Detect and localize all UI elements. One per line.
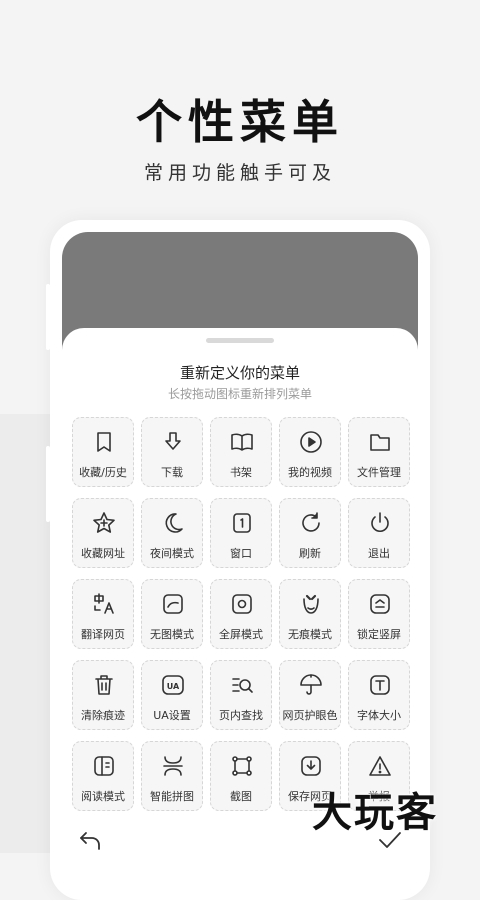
play-icon [300,431,322,453]
menu-title: 重新定义你的菜单 [179,364,300,382]
menu-item-label: 无痕模式 [288,628,332,641]
menu-item-label: 刷新 [299,547,321,560]
trash-icon [95,675,113,695]
menu-item-label: 我的视频 [288,466,332,479]
bookmark-icon [97,432,111,452]
background-decoration [0,414,52,853]
no-image-icon [163,594,183,614]
refresh-icon [302,512,320,532]
menu-item-bookmark-url[interactable]: 收藏网址 [72,498,134,568]
stitch-icon [163,756,183,776]
moon-icon [165,513,183,533]
menu-item-smart-stitch[interactable]: 智能拼图 [141,741,203,811]
font-size-icon [370,675,390,695]
menu-item-label: UA设置 [153,709,191,722]
menu-item-lock-portrait[interactable]: 锁定竖屏 [348,579,410,649]
menu-item-label: 收藏/历史 [79,466,127,479]
menu-item-screenshot[interactable]: 截图 [210,741,272,811]
menu-grid: 收藏/历史 下载 书架 我的视频 文件管理 收藏网址 夜间模式 窗口 刷新 退出… [72,417,410,811]
translate-icon [94,593,114,614]
menu-item-label: 截图 [230,790,252,803]
menu-item-clear-traces[interactable]: 清除痕迹 [72,660,134,730]
menu-subtitle: 长按拖动图标重新排列菜单 [167,387,312,401]
menu-item-translate-page[interactable]: 翻译网页 [72,579,134,649]
menu-item-window[interactable]: 窗口 [210,498,272,568]
lock-portrait-icon [370,594,390,614]
power-icon [371,512,389,532]
phone-side-key [46,446,50,522]
menu-item-label: 网页护眼色 [282,709,338,722]
incognito-icon [303,594,319,614]
menu-item-label: 夜间模式 [150,547,194,560]
menu-item-font-size[interactable]: 字体大小 [348,660,410,730]
umbrella-icon [300,674,322,695]
reading-icon [94,756,114,776]
menu-item-no-image-mode[interactable]: 无图模式 [141,579,203,649]
folder-icon [370,434,390,451]
screenshot-icon [232,756,252,776]
menu-item-label: 文件管理 [357,466,401,479]
book-icon [231,433,253,451]
menu-item-label: 翻译网页 [81,628,125,641]
menu-item-label: 收藏网址 [81,547,125,560]
menu-item-incognito-mode[interactable]: 无痕模式 [279,579,341,649]
back-arrow-icon[interactable] [78,830,102,850]
menu-item-label: 字体大小 [357,709,401,722]
menu-item-file-manager[interactable]: 文件管理 [348,417,410,487]
phone-side-key [46,284,50,350]
star-plus-icon [93,512,115,533]
menu-item-label: 无图模式 [150,628,194,641]
menu-item-label: 锁定竖屏 [357,628,401,641]
find-in-page-icon [232,678,253,693]
menu-item-label: 书架 [230,466,252,479]
menu-item-label: 智能拼图 [150,790,194,803]
menu-item-fullscreen-mode[interactable]: 全屏模式 [210,579,272,649]
fullscreen-icon [232,594,252,614]
warning-icon [369,756,391,776]
menu-item-label: 全屏模式 [219,628,263,641]
menu-item-download[interactable]: 下载 [141,417,203,487]
menu-item-my-videos[interactable]: 我的视频 [279,417,341,487]
ua-icon: UA [162,675,184,695]
download-icon [165,432,181,450]
menu-item-ua-settings[interactable]: UA UA设置 [141,660,203,730]
window-icon [233,513,251,533]
menu-item-reading-mode[interactable]: 阅读模式 [72,741,134,811]
menu-item-label: 页内查找 [219,709,263,722]
save-page-icon [301,756,321,776]
menu-item-night-mode[interactable]: 夜间模式 [141,498,203,568]
menu-item-label: 窗口 [230,547,252,560]
svg-text:UA: UA [167,682,180,691]
hero-subtitle: 常用功能触手可及 [143,162,336,184]
menu-item-bookshelf[interactable]: 书架 [210,417,272,487]
menu-item-label: 阅读模式 [81,790,125,803]
menu-item-label: 清除痕迹 [81,709,125,722]
hero-title: 个性菜单 [136,95,344,149]
menu-item-exit[interactable]: 退出 [348,498,410,568]
menu-item-bookmark-history[interactable]: 收藏/历史 [72,417,134,487]
drag-handle[interactable] [206,338,274,343]
menu-item-eye-protection[interactable]: 网页护眼色 [279,660,341,730]
menu-item-refresh[interactable]: 刷新 [279,498,341,568]
menu-item-label: 退出 [368,547,390,560]
menu-item-find-in-page[interactable]: 页内查找 [210,660,272,730]
menu-item-label: 下载 [161,466,183,479]
watermark: 大玩客 [312,789,438,836]
